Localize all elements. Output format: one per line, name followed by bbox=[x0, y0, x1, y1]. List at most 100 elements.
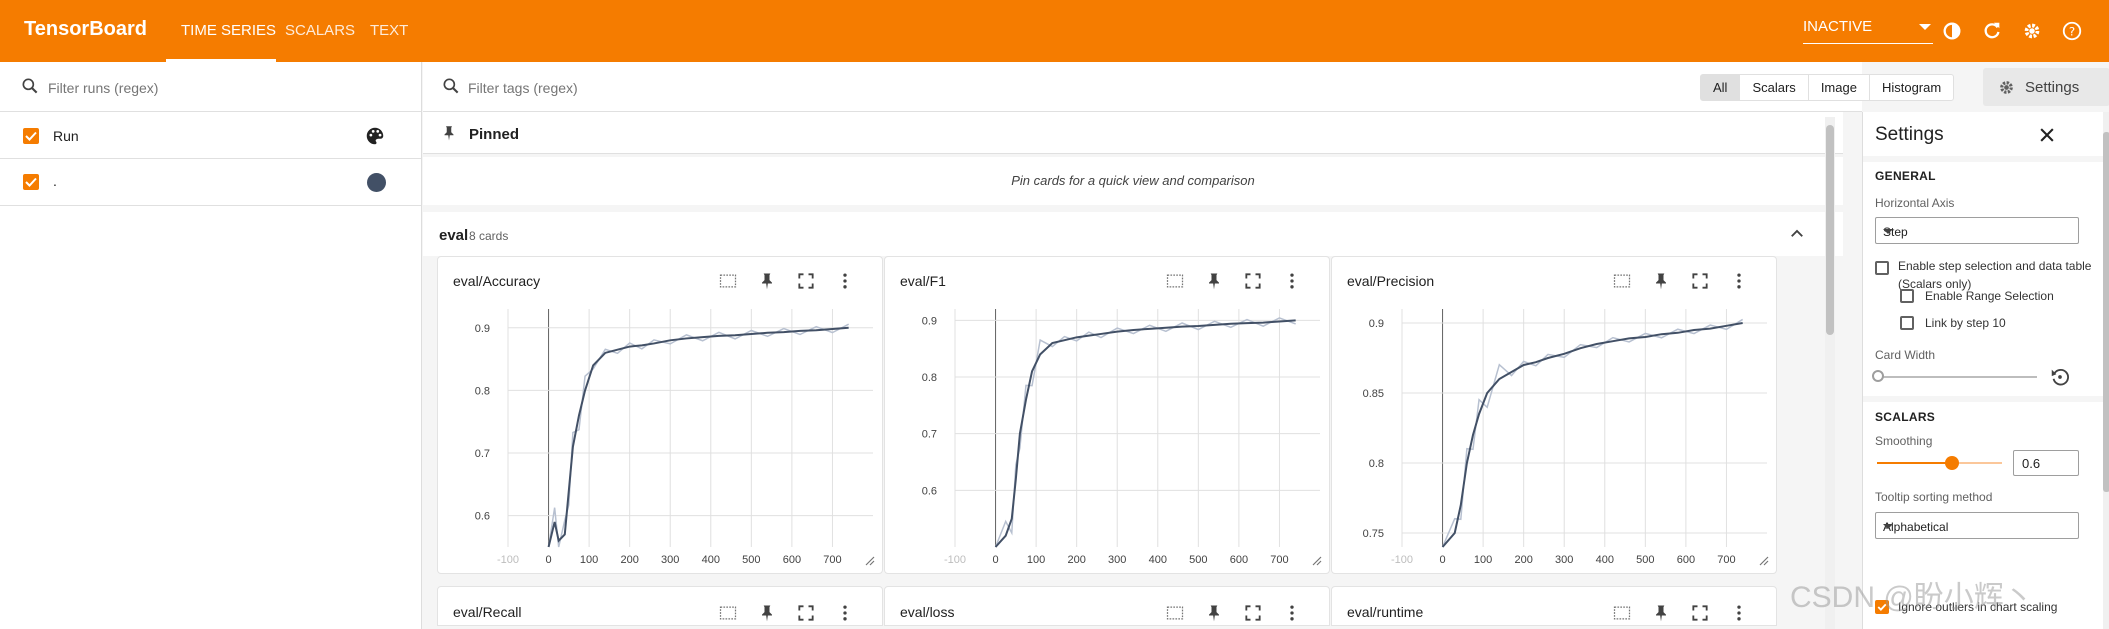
x-tick-label: 700 bbox=[1270, 554, 1288, 566]
filter-image-button[interactable]: Image bbox=[1809, 75, 1870, 100]
horizontal-axis-select[interactable]: Step bbox=[1875, 217, 2079, 244]
smoothing-slider-fill bbox=[1877, 462, 1952, 464]
filter-all-button[interactable]: All bbox=[1701, 75, 1741, 100]
tab-scalars[interactable]: SCALARS bbox=[285, 22, 355, 39]
card-group-header[interactable]: eval 8 cards bbox=[423, 212, 1843, 256]
smoothing-slider[interactable] bbox=[1877, 456, 2002, 470]
card-title: eval/loss bbox=[900, 604, 955, 620]
close-icon[interactable] bbox=[2037, 125, 2057, 145]
x-tick-label: 400 bbox=[1596, 554, 1614, 566]
card-width-slider[interactable] bbox=[1877, 376, 2037, 378]
pin-icon[interactable] bbox=[757, 603, 777, 623]
top-app-bar: TensorBoard TIME SERIES SCALARS TEXT INA… bbox=[0, 0, 2109, 62]
fullscreen-icon[interactable] bbox=[1690, 271, 1710, 291]
tab-time-series[interactable]: TIME SERIES bbox=[181, 22, 276, 39]
fit-domain-icon[interactable] bbox=[1612, 271, 1632, 291]
theme-toggle-icon[interactable] bbox=[1941, 20, 1963, 42]
resize-handle-icon[interactable] bbox=[865, 556, 875, 566]
resize-handle-icon[interactable] bbox=[1759, 556, 1769, 566]
y-tick-label: 0.7 bbox=[922, 429, 937, 441]
settings-button[interactable]: Settings bbox=[1983, 68, 2109, 106]
x-tick-label: 400 bbox=[702, 554, 720, 566]
y-tick-label: 0.6 bbox=[475, 511, 490, 523]
run-label: . bbox=[53, 173, 57, 189]
x-tick-label: 600 bbox=[1230, 554, 1248, 566]
pin-icon[interactable] bbox=[1204, 271, 1224, 291]
x-tick-label: 300 bbox=[1108, 554, 1126, 566]
fit-domain-icon[interactable] bbox=[718, 271, 738, 291]
run-filter-field[interactable]: Filter runs (regex) bbox=[0, 62, 421, 112]
reset-icon[interactable] bbox=[2049, 366, 2071, 388]
tooltip-sort-select[interactable]: Alphabetical bbox=[1875, 512, 2079, 539]
x-tick-label: 0 bbox=[992, 554, 998, 566]
range-selection-checkbox[interactable] bbox=[1900, 289, 1914, 303]
card-width-label: Card Width bbox=[1875, 348, 1936, 362]
more-vert-icon[interactable] bbox=[835, 271, 855, 291]
fit-domain-icon[interactable] bbox=[1612, 603, 1632, 623]
tag-filter-placeholder[interactable]: Filter tags (regex) bbox=[468, 80, 578, 96]
pin-icon[interactable] bbox=[757, 271, 777, 291]
refresh-icon[interactable] bbox=[1981, 20, 2003, 42]
fit-domain-icon[interactable] bbox=[1165, 271, 1185, 291]
runs-sidebar: Filter runs (regex) Run . bbox=[0, 62, 422, 629]
gear-icon[interactable] bbox=[2021, 20, 2043, 42]
x-tick-label: 500 bbox=[1636, 554, 1654, 566]
run-checkbox[interactable] bbox=[23, 174, 39, 190]
line-chart[interactable]: -100 0 100 200 300 400 500 600 700 0.75 0.8 0.85 0.9 bbox=[1332, 257, 1778, 575]
fullscreen-icon[interactable] bbox=[1690, 603, 1710, 623]
run-checkbox[interactable] bbox=[23, 128, 39, 144]
filter-histogram-button[interactable]: Histogram bbox=[1870, 75, 1953, 100]
run-color-swatch[interactable] bbox=[367, 173, 386, 192]
line-chart[interactable]: -100 0 100 200 300 400 500 600 700 0.6 0.7 0.8 0.9 bbox=[885, 257, 1331, 575]
x-tick-label: 200 bbox=[1514, 554, 1532, 566]
run-row[interactable]: . bbox=[0, 160, 421, 206]
more-vert-icon[interactable] bbox=[835, 603, 855, 623]
chevron-up-icon[interactable] bbox=[1788, 225, 1806, 243]
more-vert-icon[interactable] bbox=[1282, 603, 1302, 623]
card-toolbar bbox=[1612, 603, 1762, 625]
filter-scalars-button[interactable]: Scalars bbox=[1740, 75, 1809, 100]
card-width-slider-thumb[interactable] bbox=[1872, 370, 1884, 382]
x-tick-label: -100 bbox=[1391, 554, 1413, 566]
fullscreen-icon[interactable] bbox=[1243, 603, 1263, 623]
smoothing-input[interactable]: 0.6 bbox=[2013, 450, 2079, 476]
x-tick-label: 0 bbox=[1439, 554, 1445, 566]
tab-text[interactable]: TEXT bbox=[370, 22, 408, 39]
fit-domain-icon[interactable] bbox=[718, 603, 738, 623]
more-vert-icon[interactable] bbox=[1729, 603, 1749, 623]
scrollbar-thumb[interactable] bbox=[2103, 132, 2109, 492]
palette-icon[interactable] bbox=[364, 125, 386, 147]
smoothing-slider-thumb[interactable] bbox=[1945, 456, 1959, 470]
pin-icon[interactable] bbox=[1651, 603, 1671, 623]
scrollbar-thumb[interactable] bbox=[1826, 125, 1834, 335]
y-tick-label: 0.85 bbox=[1363, 388, 1384, 400]
help-icon[interactable]: ? bbox=[2061, 20, 2083, 42]
reload-status-select[interactable]: INACTIVE bbox=[1803, 18, 1933, 44]
fullscreen-icon[interactable] bbox=[1243, 271, 1263, 291]
pin-icon bbox=[444, 126, 454, 141]
line-chart[interactable]: -100 0 100 200 300 400 500 600 700 0.6 0.7 0.8 0.9 bbox=[438, 257, 884, 575]
chevron-down-icon bbox=[1919, 24, 1931, 30]
brand-title[interactable]: TensorBoard bbox=[24, 18, 147, 41]
x-tick-label: 700 bbox=[1717, 554, 1735, 566]
step-selection-checkbox[interactable] bbox=[1875, 261, 1889, 275]
smoothed-series-line bbox=[547, 326, 849, 548]
pin-icon[interactable] bbox=[1651, 271, 1671, 291]
more-vert-icon[interactable] bbox=[1729, 271, 1749, 291]
fullscreen-icon[interactable] bbox=[796, 603, 816, 623]
x-tick-label: 100 bbox=[1474, 554, 1492, 566]
settings-scrollbar[interactable] bbox=[2103, 112, 2109, 629]
chevron-down-icon bbox=[1883, 524, 1893, 529]
fullscreen-icon[interactable] bbox=[796, 271, 816, 291]
pin-icon[interactable] bbox=[1204, 603, 1224, 623]
link-by-step-checkbox[interactable] bbox=[1900, 316, 1914, 330]
x-tick-label: 200 bbox=[1067, 554, 1085, 566]
card-title: eval/runtime bbox=[1347, 604, 1424, 620]
run-row[interactable]: Run bbox=[0, 113, 421, 159]
fit-domain-icon[interactable] bbox=[1165, 603, 1185, 623]
more-vert-icon[interactable] bbox=[1282, 271, 1302, 291]
resize-handle-icon[interactable] bbox=[1312, 556, 1322, 566]
y-tick-label: 0.7 bbox=[475, 448, 490, 460]
y-tick-label: 0.9 bbox=[1369, 318, 1384, 330]
main-scrollbar[interactable] bbox=[1825, 117, 1835, 629]
